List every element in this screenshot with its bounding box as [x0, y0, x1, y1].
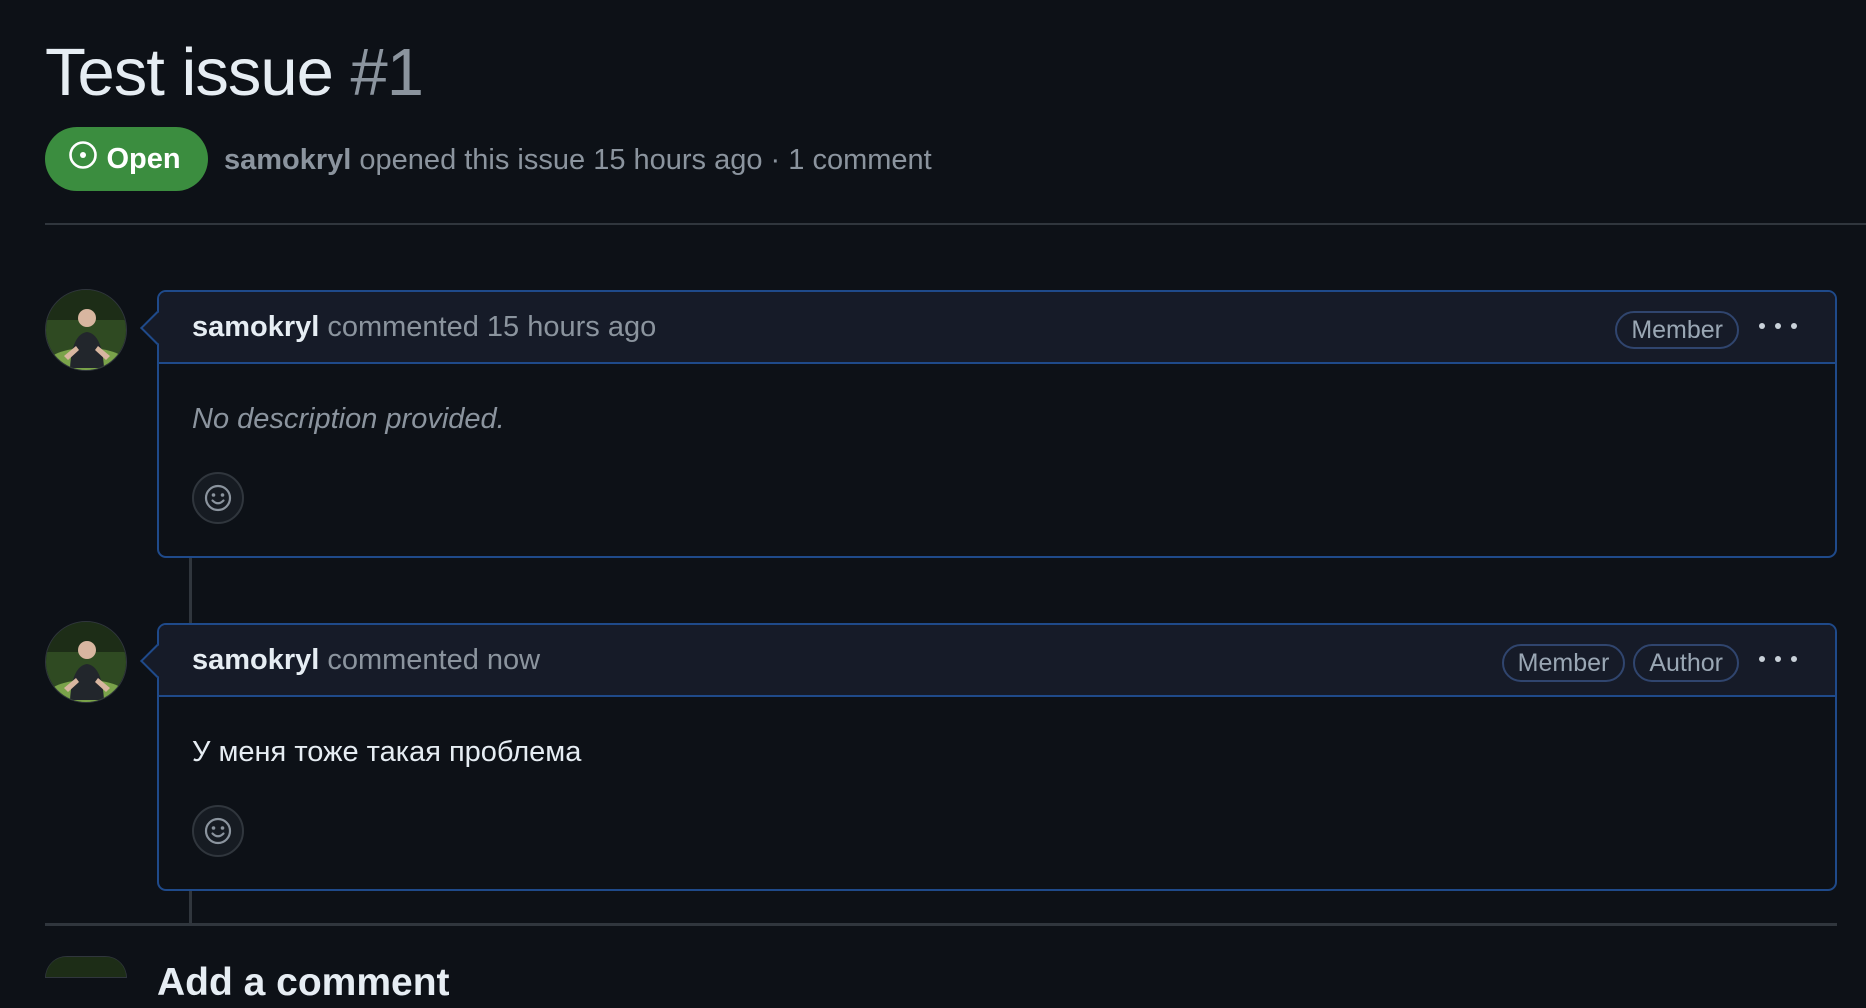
issue-meta-text: opened this issue 15 hours ago · 1 comme… [359, 144, 932, 176]
issue-number: #1 [350, 35, 425, 110]
author-badge: Author [1633, 644, 1739, 682]
issue-title-text: Test issue [45, 35, 334, 110]
kebab-dot-icon [1759, 323, 1765, 329]
comment-author-link[interactable]: samokryl [192, 311, 319, 344]
member-badge: Member [1501, 644, 1626, 682]
timeline-line [189, 555, 192, 625]
avatar[interactable] [45, 289, 127, 371]
comment-header: samokryl commented 15 hours ago Member [159, 292, 1835, 364]
issue-opened-icon [68, 140, 98, 178]
issue-title: Test issue #1 [45, 30, 425, 116]
add-reaction-button[interactable] [192, 805, 244, 857]
timeline-line [189, 888, 192, 924]
comment-card: samokryl commented 15 hours ago Member N… [140, 290, 1837, 558]
add-comment-title: Add a comment [157, 961, 450, 1004]
member-badge: Member [1615, 311, 1739, 349]
avatar[interactable] [45, 621, 127, 703]
comment-header: samokryl commented now Member Author [159, 625, 1835, 697]
kebab-dot-icon [1775, 656, 1781, 662]
issue-state-badge: Open [45, 127, 208, 191]
comment-text: No description provided. [192, 403, 505, 435]
comment-card: samokryl commented now Member Author У м… [140, 623, 1837, 891]
comment-author-link[interactable]: samokryl [192, 644, 319, 677]
smiley-icon [204, 484, 232, 512]
comment-timestamp[interactable]: commented now [327, 644, 540, 677]
comment-text: У меня тоже такая проблема [192, 736, 582, 768]
issue-state-label: Open [106, 142, 181, 175]
comment-badges: Member Author [1501, 644, 1739, 682]
issue-meta: samokryl opened this issue 15 hours ago … [224, 140, 932, 180]
add-reaction-button[interactable] [192, 472, 244, 524]
header-divider [45, 223, 1866, 225]
comment-options-button[interactable] [1759, 316, 1797, 336]
kebab-dot-icon [1791, 656, 1797, 662]
comment-body: У меня тоже такая проблема [159, 732, 1835, 857]
comment-options-button[interactable] [1759, 649, 1797, 669]
kebab-dot-icon [1775, 323, 1781, 329]
kebab-dot-icon [1791, 323, 1797, 329]
comment-body: No description provided. [159, 399, 1835, 524]
issue-author-link[interactable]: samokryl [224, 144, 351, 176]
timeline-end-divider [45, 923, 1837, 926]
kebab-dot-icon [1759, 656, 1765, 662]
smiley-icon [204, 817, 232, 845]
comment-timestamp[interactable]: commented 15 hours ago [327, 311, 656, 344]
comment-badges: Member [1615, 311, 1739, 349]
avatar[interactable] [45, 956, 127, 978]
